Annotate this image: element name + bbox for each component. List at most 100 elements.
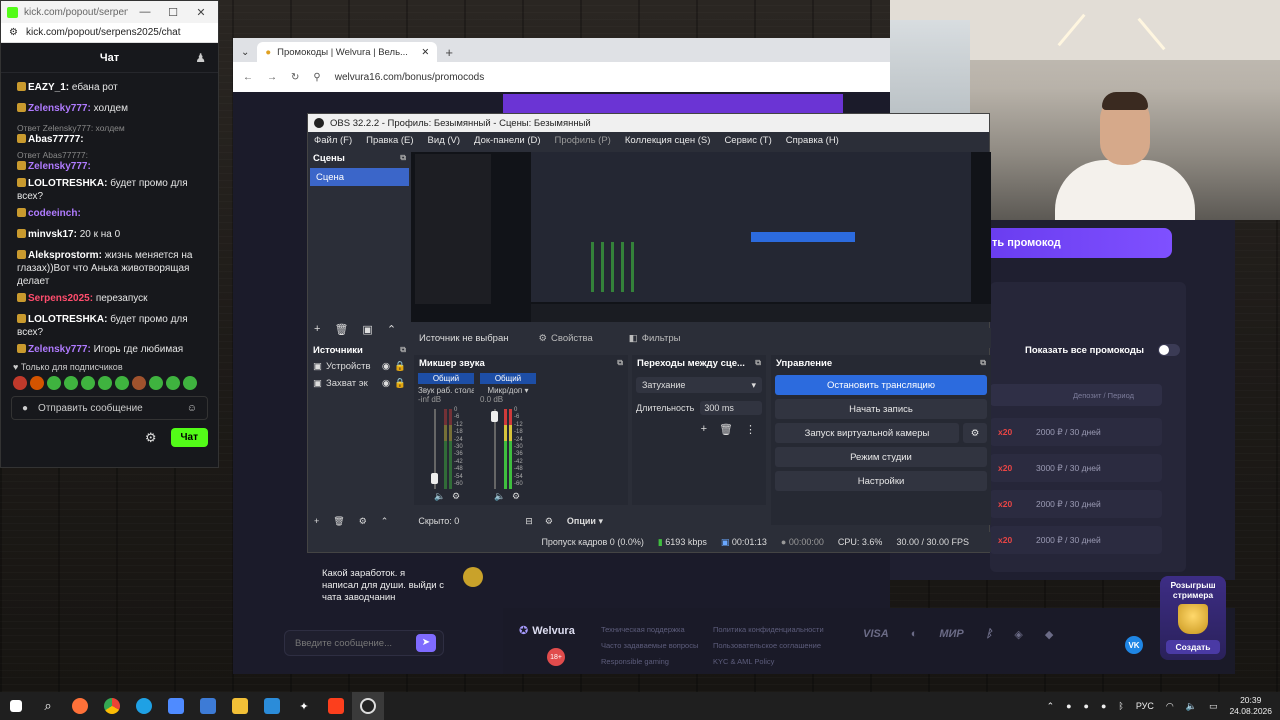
mixer-gear-icon[interactable]: ⚙: [545, 516, 553, 527]
search-icon[interactable]: ⌕: [32, 692, 64, 720]
stop-streaming-button[interactable]: Остановить трансляцию: [775, 375, 987, 395]
clock[interactable]: 20:39 24.08.2026: [1229, 695, 1272, 717]
dock-popout-icon[interactable]: ⧉: [400, 345, 406, 355]
dock-popout-icon[interactable]: ⧉: [400, 153, 406, 163]
kick-url-bar[interactable]: ⚙ kick.com/popout/serpens2025/chat: [1, 23, 218, 43]
volume-slider-handle[interactable]: [431, 473, 438, 484]
mute-speaker-icon[interactable]: 🔈: [494, 491, 505, 502]
obs-menu-item[interactable]: Файл (F): [314, 135, 352, 146]
obs-taskbar-icon[interactable]: [352, 692, 384, 720]
emote-icon[interactable]: [30, 376, 44, 390]
chat-username[interactable]: Aleksprostorm:: [28, 250, 102, 261]
start-windows-icon[interactable]: [0, 692, 32, 720]
tab-close-icon[interactable]: ✕: [421, 47, 429, 58]
promo-row[interactable]: x20 2000 ₽ / 30 дней: [990, 490, 1162, 518]
gear-icon[interactable]: ⚙: [359, 516, 367, 527]
chat-username[interactable]: LOLOTRESHKA:: [28, 178, 107, 189]
trash-icon[interactable]: 🗑: [334, 323, 348, 336]
obs-menu-item[interactable]: Вид (V): [428, 135, 461, 146]
channel-name[interactable]: Звук раб. стола ▾: [418, 386, 474, 395]
promo-row[interactable]: x20 2000 ₽ / 30 дней: [990, 526, 1162, 554]
emote-icon[interactable]: [13, 376, 27, 390]
tray-chevron-up-icon[interactable]: ⌃: [1047, 701, 1055, 712]
trash-icon[interactable]: 🗑: [333, 516, 344, 527]
promo-row[interactable]: x20 2000 ₽ / 30 дней: [990, 418, 1162, 446]
visibility-eye-icon[interactable]: ◉: [382, 361, 390, 372]
minimize-icon[interactable]: —: [134, 6, 156, 18]
footer-link[interactable]: Политика конфиденциальности: [713, 622, 824, 638]
filters-button[interactable]: ◧ Фильтры: [623, 331, 687, 346]
emote-icon[interactable]: [115, 376, 129, 390]
dock-popout-icon[interactable]: ⧉: [617, 358, 623, 368]
start-recording-button[interactable]: Начать запись: [775, 399, 987, 419]
mixer-layout-icon[interactable]: ⊟: [525, 516, 533, 527]
obs-menu-item[interactable]: Коллекция сцен (S): [625, 135, 711, 146]
channel-gear-icon[interactable]: ⚙: [452, 491, 460, 502]
browser-url[interactable]: welvura16.com/bonus/promocods: [335, 72, 485, 83]
emote-icon[interactable]: [132, 376, 146, 390]
chat-message-input[interactable]: ● Отправить сообщение ☺: [11, 396, 208, 420]
footer-link[interactable]: Техническая поддержка: [601, 622, 698, 638]
volume-slider-handle[interactable]: [491, 411, 498, 422]
chat-username[interactable]: Zelensky777:: [28, 161, 91, 172]
obs-preview[interactable]: [411, 152, 991, 322]
lock-icon[interactable]: 🔒: [394, 361, 406, 372]
chat-username[interactable]: Abas77777:: [28, 134, 84, 145]
duration-spinbox[interactable]: 300 ms: [700, 401, 762, 415]
reload-icon[interactable]: ↻: [291, 72, 299, 83]
site-settings-icon[interactable]: ⚲: [313, 72, 320, 83]
footer-link[interactable]: Responsible gaming: [601, 654, 698, 670]
chat-username[interactable]: EAZY_1:: [28, 82, 69, 93]
dock-popout-icon[interactable]: ⧉: [755, 358, 761, 368]
obs-menu-item[interactable]: Профиль (P): [555, 135, 611, 146]
ai-sparkle-icon[interactable]: ✦: [288, 692, 320, 720]
dock-popout-icon[interactable]: ⧉: [980, 358, 986, 368]
show-all-promos-row[interactable]: Показать все промокоды: [1025, 344, 1180, 356]
new-tab-icon[interactable]: +: [445, 45, 453, 62]
back-icon[interactable]: ←: [243, 72, 253, 83]
language-indicator[interactable]: РУС: [1136, 701, 1154, 711]
channel-name[interactable]: Микр/доп ▾: [480, 386, 536, 395]
studio-mode-button[interactable]: Режим студии: [775, 447, 987, 467]
forward-icon[interactable]: →: [267, 72, 277, 83]
tab-welvura[interactable]: ● Промокоды | Welvura | Вель... ✕: [257, 42, 438, 62]
emote-icon[interactable]: [64, 376, 78, 390]
scene-item[interactable]: Сцена: [310, 168, 409, 186]
edge-icon[interactable]: [128, 692, 160, 720]
trash-icon[interactable]: 🗑: [719, 423, 733, 436]
visibility-eye-icon[interactable]: ◉: [382, 378, 390, 389]
promo-row[interactable]: x20 3000 ₽ / 30 дней: [990, 454, 1162, 482]
start-virtual-camera-button[interactable]: Запуск виртуальной камеры: [775, 423, 959, 443]
chat-send-button[interactable]: Чат: [170, 428, 208, 447]
tray-app-icon[interactable]: ●: [1101, 701, 1106, 711]
chat-username[interactable]: codeeinch:: [28, 208, 81, 219]
mute-speaker-icon[interactable]: 🔈: [434, 491, 445, 502]
activate-promo-button[interactable]: ть промокод: [990, 228, 1172, 258]
tab-list-icon[interactable]: ⌄: [241, 47, 249, 62]
chat-username[interactable]: Zelensky777:: [28, 103, 91, 114]
firefox-icon[interactable]: [64, 692, 96, 720]
obs-menu-item[interactable]: Док-панели (D): [474, 135, 540, 146]
wifi-icon[interactable]: ◠: [1166, 701, 1174, 712]
chat-smile-icon[interactable]: ●: [22, 403, 28, 414]
vk-social-icon[interactable]: VK: [1125, 636, 1143, 654]
more-icon[interactable]: ⋮: [745, 423, 756, 436]
emote-icon[interactable]: [98, 376, 112, 390]
chat-username[interactable]: LOLOTRESHKA:: [28, 314, 107, 325]
store-icon[interactable]: [192, 692, 224, 720]
emote-icon[interactable]: [149, 376, 163, 390]
show-all-toggle[interactable]: [1157, 344, 1180, 356]
close-icon[interactable]: ✕: [190, 6, 212, 19]
options-dropdown[interactable]: Опции ▾: [567, 516, 603, 527]
battery-icon[interactable]: ▭: [1209, 701, 1218, 712]
filters-icon[interactable]: ▣: [362, 323, 372, 336]
chat-username[interactable]: minvsk17:: [28, 229, 77, 240]
virtual-camera-settings-gear-icon[interactable]: ⚙: [963, 423, 987, 443]
chat-settings-gear-icon[interactable]: ⚙: [145, 430, 157, 446]
chrome-icon[interactable]: [96, 692, 128, 720]
source-item[interactable]: ▣ Устройств ◉ 🔒: [308, 358, 411, 375]
emote-icon[interactable]: [183, 376, 197, 390]
bluetooth-icon[interactable]: ᛒ: [1118, 701, 1123, 711]
footer-link[interactable]: Часто задаваемые вопросы: [601, 638, 698, 654]
tray-app-icon[interactable]: ●: [1066, 701, 1071, 711]
